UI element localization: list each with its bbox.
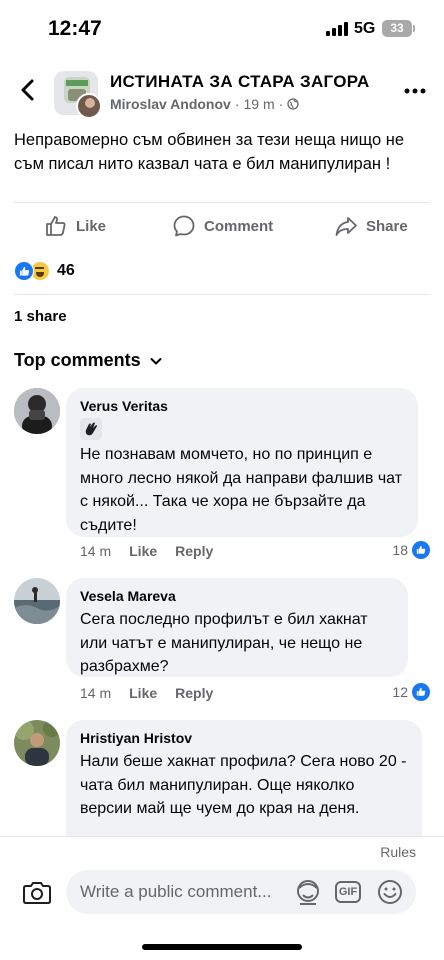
comment-bubble-icon bbox=[173, 215, 195, 237]
share-button[interactable]: Share bbox=[334, 206, 408, 246]
post-text: Неправомерно съм обвинен за тези неща ни… bbox=[14, 131, 405, 173]
thumbs-up-icon bbox=[46, 216, 66, 236]
chevron-left-icon[interactable] bbox=[14, 76, 42, 104]
home-indicator[interactable] bbox=[142, 944, 302, 950]
reaction-summary[interactable]: 46 bbox=[14, 259, 75, 283]
comment-time: 14 m bbox=[80, 685, 112, 701]
meta-separator-2: · bbox=[278, 96, 284, 112]
globe-icon bbox=[287, 98, 299, 110]
avatar[interactable] bbox=[14, 578, 60, 624]
post-meta: Miroslav Andonov · 19 m · bbox=[110, 96, 299, 112]
avatar-sticker-icon[interactable] bbox=[294, 878, 322, 906]
more-horizontal-icon[interactable] bbox=[404, 80, 426, 102]
waving-hand-icon bbox=[80, 418, 102, 440]
comment-text: Сега последно профилът е бил хакнат или … bbox=[80, 611, 368, 675]
comment-composer: GIF bbox=[0, 836, 444, 960]
comment-footer: 14 m Like Reply bbox=[80, 685, 231, 701]
avatar[interactable] bbox=[14, 720, 60, 766]
gif-icon[interactable]: GIF bbox=[335, 881, 361, 903]
post-actions: Like Comment Share bbox=[0, 206, 444, 246]
camera-icon[interactable] bbox=[22, 877, 52, 907]
author-name[interactable]: Miroslav Andonov bbox=[110, 96, 231, 112]
status-time: 12:47 bbox=[48, 17, 102, 40]
comment-reply-button[interactable]: Reply bbox=[175, 685, 213, 701]
comment-text: Не познавам момчето, но по принцип е мно… bbox=[80, 446, 403, 534]
like-button[interactable]: Like bbox=[44, 206, 106, 246]
like-reaction-icon bbox=[14, 261, 34, 281]
rules-link[interactable]: Rules bbox=[380, 844, 416, 860]
comment-like-count[interactable]: 12 bbox=[392, 683, 430, 701]
chevron-down-icon bbox=[150, 357, 162, 364]
comment-like-count-value: 12 bbox=[392, 684, 408, 700]
comment-input[interactable] bbox=[66, 870, 416, 914]
comment-footer: 14 m Like Reply bbox=[80, 543, 231, 559]
group-name[interactable]: ИСТИНАТА ЗА СТАРА ЗАГОРА bbox=[110, 72, 370, 92]
comment-bubble: Vesela Mareva Сега последно профилът е б… bbox=[66, 578, 408, 677]
comment-bubble: Verus Veritas Не познавам момчето, но по… bbox=[66, 388, 418, 537]
comment-time: 14 m bbox=[80, 543, 112, 559]
like-label: Like bbox=[76, 217, 107, 235]
comment-button[interactable]: Comment bbox=[172, 206, 273, 246]
reaction-count: 46 bbox=[57, 262, 75, 279]
battery-icon: 33 bbox=[382, 20, 412, 37]
network-label: 5G bbox=[354, 20, 376, 37]
divider bbox=[14, 202, 430, 203]
share-label: Share bbox=[366, 217, 408, 235]
divider bbox=[14, 294, 430, 295]
comments-sort-label: Top comments bbox=[14, 350, 141, 370]
avatar[interactable] bbox=[14, 388, 60, 434]
comments-sort-dropdown[interactable]: Top comments bbox=[14, 350, 163, 371]
comment-like-button[interactable]: Like bbox=[129, 685, 157, 701]
comment-like-count[interactable]: 18 bbox=[392, 541, 430, 559]
comment-like-count-value: 18 bbox=[392, 542, 408, 558]
share-arrow-icon bbox=[335, 217, 357, 236]
comment-author[interactable]: Verus Veritas bbox=[80, 397, 404, 415]
post-header: ИСТИНАТА ЗА СТАРА ЗАГОРА Miroslav Andono… bbox=[0, 60, 444, 122]
share-count[interactable]: 1 share bbox=[14, 308, 67, 325]
like-reaction-icon bbox=[412, 683, 430, 701]
comment-bubble: Hristiyan Hristov Нали беше хакнат профи… bbox=[66, 720, 422, 850]
status-bar: 12:47 5G 33 bbox=[0, 0, 444, 58]
battery-tip bbox=[413, 25, 415, 32]
signal-icon bbox=[326, 22, 348, 36]
comment-author[interactable]: Vesela Mareva bbox=[80, 587, 394, 605]
comment-label: Comment bbox=[204, 217, 274, 235]
comment-like-button[interactable]: Like bbox=[129, 543, 157, 559]
comment-reply-button[interactable]: Reply bbox=[175, 543, 213, 559]
comment-text: Нали беше хакнат профила? Сега ново 20 -… bbox=[80, 753, 407, 817]
emoji-icon[interactable] bbox=[376, 878, 404, 906]
divider bbox=[0, 836, 444, 837]
post-time[interactable]: 19 m bbox=[244, 96, 275, 112]
author-avatar[interactable] bbox=[76, 93, 102, 119]
like-reaction-icon bbox=[412, 541, 430, 559]
meta-separator: · bbox=[234, 96, 240, 112]
comment-author[interactable]: Hristiyan Hristov bbox=[80, 729, 408, 747]
